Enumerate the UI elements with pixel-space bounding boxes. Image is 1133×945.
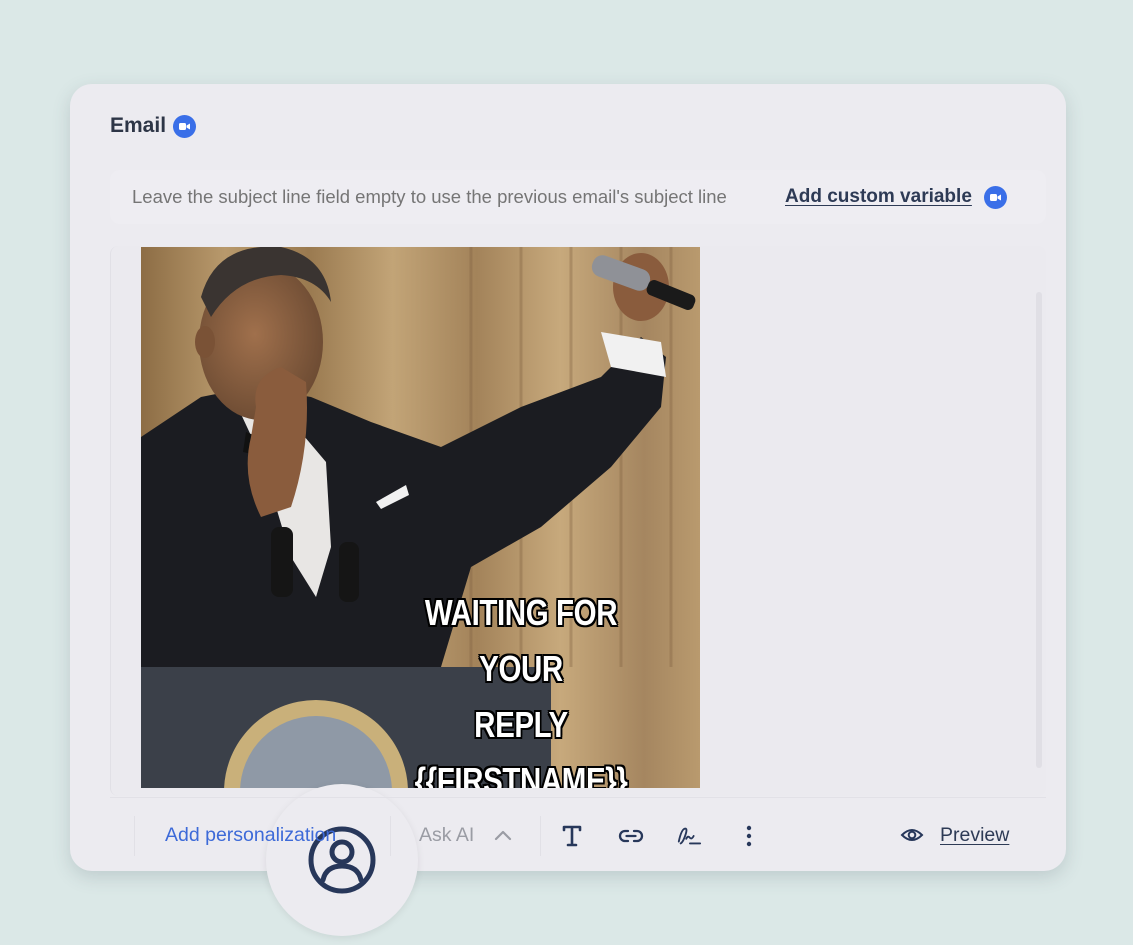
- email-step-card: Email Add custom variable: [70, 84, 1066, 936]
- subject-line-row: Add custom variable: [110, 170, 1046, 224]
- card-title: Email: [110, 114, 167, 137]
- subject-line-input[interactable]: [110, 186, 775, 208]
- editor-toolbar: Add personalization Ask AI Preview: [110, 797, 1046, 871]
- add-custom-variable-link[interactable]: Add custom variable: [785, 186, 972, 208]
- meme-caption-line: {{FIRSTNAME}}: [414, 760, 628, 788]
- meme-caption-line: WAITING FOR YOUR: [424, 592, 618, 689]
- toolbar-divider: [540, 816, 541, 856]
- add-personalization-label: Add personalization: [165, 823, 337, 846]
- text-format-icon[interactable]: [559, 823, 585, 849]
- embedded-meme-image[interactable]: WAITING FOR YOUR REPLY {{FIRSTNAME}}: [141, 247, 700, 788]
- meme-caption: WAITING FOR YOUR REPLY {{FIRSTNAME}}: [386, 585, 657, 788]
- video-tutorial-icon[interactable]: [983, 185, 1007, 209]
- preview-button[interactable]: Preview: [900, 798, 1009, 872]
- email-body-editor[interactable]: WAITING FOR YOUR REPLY {{FIRSTNAME}}: [110, 246, 1046, 936]
- editor-scrollbar[interactable]: [1036, 292, 1042, 768]
- toolbar-divider: [134, 816, 135, 856]
- video-tutorial-icon[interactable]: [173, 114, 197, 138]
- ask-ai-button[interactable]: Ask AI: [419, 798, 512, 872]
- add-personalization-button[interactable]: Add personalization: [165, 798, 336, 872]
- chevron-up-icon: [495, 830, 512, 841]
- toolbar-divider: [390, 816, 391, 856]
- ask-ai-label: Ask AI: [419, 823, 475, 846]
- signature-icon[interactable]: [676, 823, 702, 849]
- card-header: Email: [110, 114, 197, 138]
- link-icon[interactable]: [618, 823, 644, 849]
- more-vertical-icon[interactable]: [736, 823, 762, 849]
- eye-icon: [900, 829, 924, 841]
- meme-caption-line: REPLY: [474, 704, 568, 745]
- preview-label: Preview: [940, 823, 1010, 846]
